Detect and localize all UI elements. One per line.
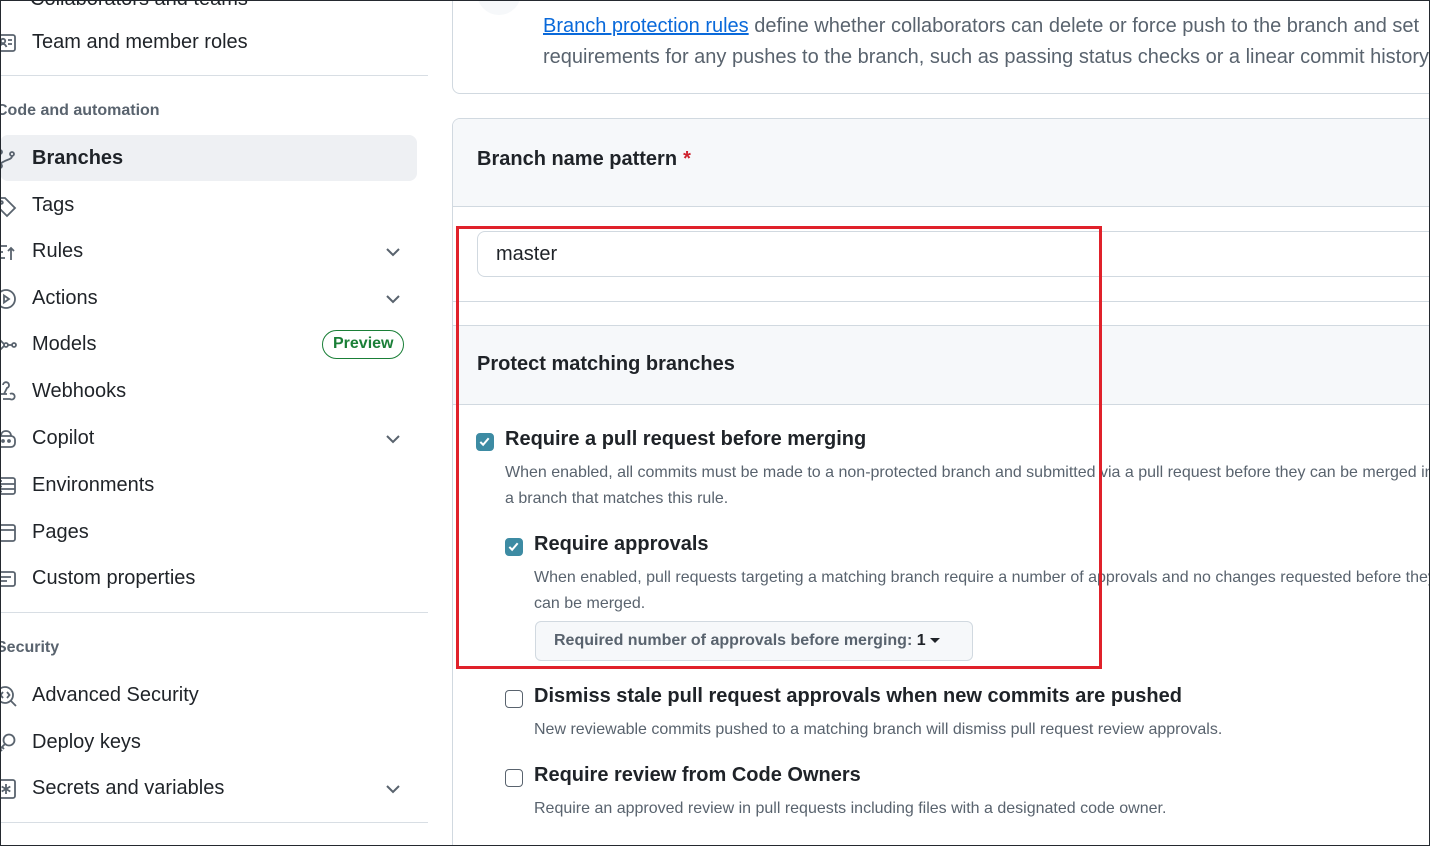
chevron-down-icon[interactable]	[382, 778, 404, 800]
sidebar-divider	[0, 75, 428, 76]
option-description: When enabled, pull requests targeting a …	[534, 569, 1430, 612]
option-title: Dismiss stale pull request approvals whe…	[534, 685, 1182, 707]
note-icon	[0, 567, 18, 591]
key-icon	[0, 731, 18, 755]
sidebar-item-webhooks[interactable]: Webhooks	[0, 368, 417, 414]
sidebar-item-copilot[interactable]: Copilot	[0, 415, 417, 461]
sidebar-item-label: Webhooks	[32, 380, 127, 402]
protect-matching-branches-header: Protect matching branches	[453, 325, 1430, 405]
branch-name-pattern-header: Branch name pattern *	[453, 119, 1430, 207]
sidebar-item-secrets-variables[interactable]: Secrets and variables	[0, 765, 417, 811]
required-approvals-dropdown[interactable]: Required number of approvals before merg…	[535, 621, 973, 661]
option-description: When enabled, all commits must be made t…	[505, 464, 1430, 507]
git-branch-icon	[0, 147, 18, 171]
sidebar-item-branches[interactable]: Branches	[0, 135, 417, 181]
intro-text: Branch protection rules define whether c…	[543, 11, 1430, 73]
sidebar-item-label: Models	[32, 333, 97, 355]
sidebar-item-deploy-keys[interactable]: Deploy keys	[0, 719, 417, 765]
sidebar-item-label: Custom properties	[32, 567, 196, 589]
sidebar-item-tags[interactable]: Tags	[0, 182, 417, 228]
sidebar-item-pages[interactable]: Pages	[0, 509, 417, 555]
required-asterisk: *	[683, 148, 691, 170]
sidebar-item-models[interactable]: Models Preview	[0, 321, 417, 367]
dropdown-value: 1	[916, 632, 926, 649]
sidebar-item-label: Branches	[32, 147, 124, 169]
chevron-down-icon[interactable]	[382, 241, 404, 263]
sidebar-item-label: Team and member roles	[32, 31, 248, 53]
info-icon	[477, 0, 521, 15]
person-list-icon	[0, 31, 18, 55]
sidebar-item-environments[interactable]: Environments	[0, 462, 417, 508]
settings-sidebar: Collaborators and teams Team and member …	[0, 0, 430, 846]
option-title: Require review from Code Owners	[534, 764, 861, 786]
sidebar-item-label: Rules	[32, 240, 84, 262]
codescan-icon	[0, 684, 18, 708]
sidebar-item-label: Copilot	[32, 427, 95, 449]
sidebar-item-label: Deploy keys	[32, 731, 141, 753]
server-icon	[0, 474, 18, 498]
webhook-icon	[0, 380, 18, 404]
section-heading-code-automation: Code and automation	[0, 102, 160, 119]
sidebar-divider	[0, 822, 428, 823]
require-approvals-checkbox[interactable]	[505, 538, 523, 556]
intro-line2: requirements for any pushes to the branc…	[543, 46, 1430, 68]
option-description: New reviewable commits pushed to a match…	[534, 721, 1223, 738]
browser-icon	[0, 521, 18, 545]
sidebar-item-label: Tags	[32, 194, 75, 216]
branch-protection-rules-link[interactable]: Branch protection rules	[543, 15, 749, 37]
sidebar-item-label: Environments	[32, 474, 155, 496]
option-title: Require approvals	[534, 533, 709, 555]
sidebar-item-team-roles[interactable]: Team and member roles	[0, 19, 417, 65]
sidebar-item-label: Advanced Security	[32, 684, 199, 706]
intro-line1: define whether collaborators can delete …	[748, 15, 1420, 37]
models-icon	[0, 333, 18, 357]
tag-icon	[0, 194, 18, 218]
sidebar-item-label: Pages	[32, 521, 89, 543]
rules-icon	[0, 240, 18, 264]
sidebar-item-label: Actions	[32, 287, 98, 309]
sidebar-item-advanced-security[interactable]: Advanced Security	[0, 672, 417, 718]
main-content: Branch protection rules define whether c…	[452, 0, 1430, 846]
sidebar-item-collaborators[interactable]: Collaborators and teams	[30, 0, 248, 11]
chevron-down-icon[interactable]	[382, 288, 404, 310]
sidebar-item-rules[interactable]: Rules	[0, 228, 417, 274]
dropdown-label: Required number of approvals before merg…	[554, 632, 917, 649]
section-divider	[453, 301, 1430, 302]
protect-matching-branches-title: Protect matching branches	[477, 353, 735, 375]
preview-badge: Preview	[322, 330, 405, 359]
section-heading-security: Security	[0, 639, 60, 656]
branch-name-pattern-title: Branch name pattern *	[477, 148, 691, 170]
require-pull-request-checkbox[interactable]	[476, 433, 494, 451]
sidebar-item-label: Secrets and variables	[32, 777, 225, 799]
caret-down-icon	[929, 638, 940, 644]
sidebar-item-actions[interactable]: Actions	[0, 275, 417, 321]
require-code-owners-checkbox[interactable]	[505, 769, 523, 787]
branch-name-pattern-input[interactable]	[477, 231, 1430, 277]
copilot-icon	[0, 427, 18, 451]
option-description: Require an approved review in pull reque…	[534, 800, 1167, 817]
option-title: Require a pull request before merging	[505, 428, 867, 450]
sidebar-divider	[0, 612, 428, 613]
asterisk-icon	[0, 777, 18, 801]
play-icon	[0, 287, 18, 311]
dismiss-stale-approvals-checkbox[interactable]	[505, 690, 523, 708]
chevron-down-icon[interactable]	[382, 428, 404, 450]
sidebar-item-custom-properties[interactable]: Custom properties	[0, 555, 417, 601]
